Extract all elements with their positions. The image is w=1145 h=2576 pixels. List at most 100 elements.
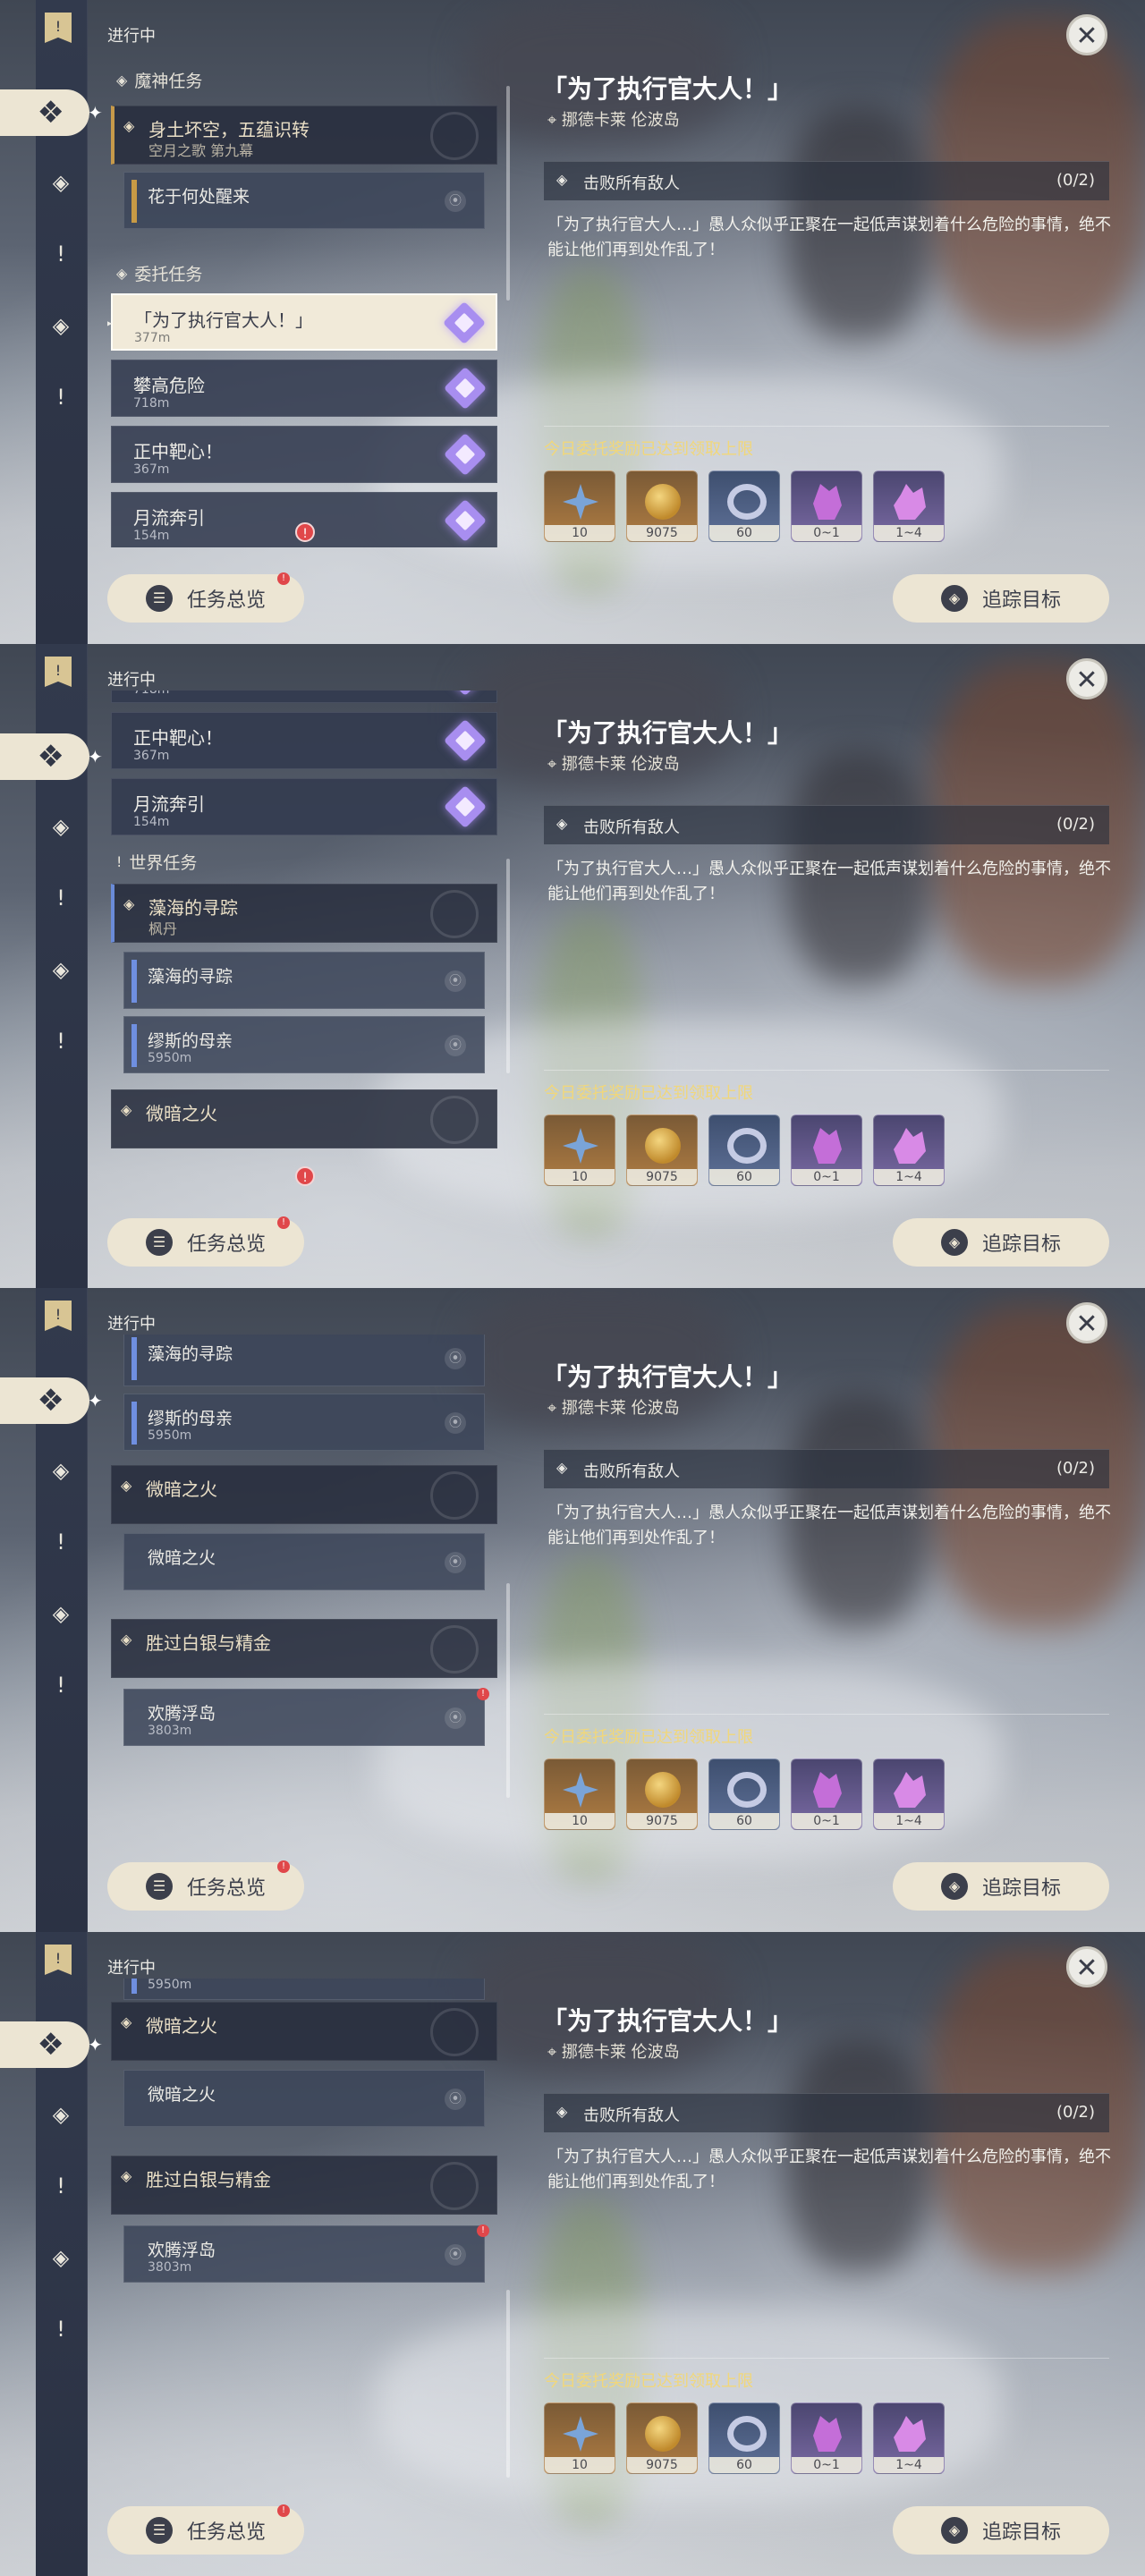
reward-item[interactable]: 9075 — [626, 1758, 698, 1830]
close-button[interactable]: ✕ — [1066, 14, 1107, 55]
archon-sub-quest[interactable]: 花于何处醒来 ⦿ — [123, 172, 485, 229]
reward-item[interactable]: 10 — [544, 1114, 615, 1186]
track-target-button[interactable]: ◈ 追踪目标 — [893, 2506, 1109, 2555]
track-target-button[interactable]: ◈ 追踪目标 — [893, 1862, 1109, 1911]
commission-row[interactable]: 正中靶心！ 367m — [111, 426, 497, 483]
quest-overview-button[interactable]: ☰ 任务总览 — [107, 574, 304, 623]
archon-filter-icon[interactable]: ◈ — [43, 809, 79, 844]
world-sub-quest[interactable]: 藻海的寻踪 ⦿ — [123, 952, 485, 1009]
reward-item[interactable]: 1~4 — [873, 470, 945, 542]
commission-row[interactable]: 攀高危险 718m — [111, 360, 497, 417]
world-sub-quest[interactable]: 缪斯的母亲 5950m ⦿ — [123, 1016, 485, 1073]
event-filter-icon[interactable]: ! — [43, 379, 79, 415]
reward-item[interactable]: 0~1 — [791, 2402, 862, 2474]
quest-list[interactable]: 5950m ◈ 微暗之火 微暗之火 ⦿ ◈ 胜过白银与精金 欢腾浮岛 3803m… — [107, 1979, 501, 2479]
silver-sub-quest[interactable]: 欢腾浮岛 3803m ⦿ ! — [123, 2224, 489, 2283]
world-filter-icon[interactable]: ! — [43, 236, 79, 272]
quest-description: 「为了执行官大人…」愚人众似乎正聚在一起低声谋划着什么危险的事情，绝不能让他们再… — [547, 1504, 1111, 1547]
commission-filter-icon[interactable]: ◈ — [43, 1596, 79, 1631]
reward-item[interactable]: 0~1 — [791, 470, 862, 542]
world-sub-quest[interactable]: 缪斯的母亲 5950m ⦿ — [123, 1394, 485, 1451]
world-quest-group[interactable]: ◈ 藻海的寻踪 枫丹 — [111, 884, 497, 943]
reward-item[interactable]: 10 — [544, 2402, 615, 2474]
commission-row[interactable]: 正中靶心！ 367m — [111, 712, 497, 769]
close-button[interactable]: ✕ — [1066, 658, 1107, 699]
event-filter-icon[interactable]: ! — [43, 1667, 79, 1703]
close-button[interactable]: ✕ — [1066, 1302, 1107, 1343]
commission-row[interactable]: 月流奔引 154m — [111, 778, 497, 835]
fire-sub-quest[interactable]: 微暗之火 ⦿ — [123, 1533, 485, 1590]
fire-sub-quest[interactable]: 微暗之火 ⦿ — [123, 2070, 485, 2127]
primogem-icon — [563, 2416, 598, 2452]
quest-overview-button[interactable]: ☰ 任务总览 — [107, 1218, 304, 1267]
list-scrollbar[interactable] — [506, 2290, 510, 2478]
quest-list[interactable]: ◈ 魔神任务 ◈ 身土坏空，五蕴识转 空月之歌 第九幕 花于何处醒来 ⦿ ◈ 委… — [107, 47, 501, 547]
reward-item[interactable]: 0~1 — [791, 1758, 862, 1830]
archon-emblem-icon — [430, 112, 479, 160]
map-pin-icon[interactable]: ⦿ — [445, 1348, 466, 1369]
quest-group-fire[interactable]: ◈ 微暗之火 — [111, 1089, 497, 1148]
reward-item[interactable]: 1~4 — [873, 1114, 945, 1186]
map-pin-icon[interactable]: ⦿ — [445, 2089, 466, 2110]
commission-tab-icon[interactable]: ❖ — [0, 733, 89, 780]
quest-overview-button[interactable]: ☰ 任务总览 — [107, 1862, 304, 1911]
commission-tab-icon[interactable]: ❖ — [0, 2021, 89, 2068]
ongoing-label: 进行中 — [107, 27, 156, 46]
commission-filter-icon[interactable]: ◈ — [43, 308, 79, 343]
quest-title: 「为了执行官大人！」 — [542, 74, 793, 104]
commission-tab-icon[interactable]: ❖ — [0, 1377, 89, 1424]
objective-row: ◈ 击败所有敌人 (0/2) — [544, 2093, 1109, 2132]
map-pin-icon[interactable]: ⦿ — [445, 1412, 466, 1434]
silver-sub-quest[interactable]: 欢腾浮岛 3803m ⦿ ! — [123, 1688, 489, 1746]
reward-item[interactable]: 9075 — [626, 1114, 698, 1186]
reward-item[interactable]: 10 — [544, 470, 615, 542]
world-filter-icon[interactable]: ! — [43, 880, 79, 916]
reward-item[interactable]: 1~4 — [873, 1758, 945, 1830]
map-pin-icon[interactable]: ⦿ — [445, 2244, 466, 2266]
archon-filter-icon[interactable]: ◈ — [43, 1453, 79, 1488]
list-scrollbar[interactable] — [506, 86, 510, 301]
quest-list[interactable]: 藻海的寻踪 ⦿ 缪斯的母亲 5950m ⦿ ◈ 微暗之火 微暗之火 ⦿ ◈ 胜过… — [107, 1335, 501, 1835]
quest-group-silver[interactable]: ◈ 胜过白银与精金 — [111, 1619, 497, 1678]
map-pin-icon[interactable]: ⦿ — [445, 1707, 466, 1729]
map-pin-icon[interactable]: ⦿ — [445, 1552, 466, 1573]
track-target-button[interactable]: ◈ 追踪目标 — [893, 574, 1109, 623]
commission-row-selected[interactable]: ▶ 「为了执行官大人！」 377m — [107, 293, 497, 351]
quest-group-fire[interactable]: ◈ 微暗之火 — [111, 1465, 497, 1524]
reward-item[interactable]: 9075 — [626, 2402, 698, 2474]
quest-overview-button[interactable]: ☰ 任务总览 — [107, 2506, 304, 2555]
world-sub-quest[interactable]: 5950m — [123, 1979, 485, 2000]
reward-item[interactable]: 0~1 — [791, 1114, 862, 1186]
world-filter-icon[interactable]: ! — [43, 1524, 79, 1560]
world-sub-quest[interactable]: 藻海的寻踪 ⦿ — [123, 1335, 485, 1386]
track-target-button[interactable]: ◈ 追踪目标 — [893, 1218, 1109, 1267]
archon-filter-icon[interactable]: ◈ — [43, 165, 79, 200]
list-scrollbar[interactable] — [506, 859, 510, 1073]
reward-item[interactable]: 1~4 — [873, 2402, 945, 2474]
reward-item[interactable]: 60 — [708, 2402, 780, 2474]
close-button[interactable]: ✕ — [1066, 1946, 1107, 1987]
event-filter-icon[interactable]: ! — [43, 2311, 79, 2347]
reward-item[interactable]: 60 — [708, 1758, 780, 1830]
reward-item[interactable]: 9075 — [626, 470, 698, 542]
archon-filter-icon[interactable]: ◈ — [43, 2097, 79, 2132]
reward-item[interactable]: 60 — [708, 1114, 780, 1186]
commission-tab-icon[interactable]: ❖ — [0, 89, 89, 136]
archon-quest-group[interactable]: ◈ 身土坏空，五蕴识转 空月之歌 第九幕 — [111, 106, 497, 165]
quest-list[interactable]: 攀高危险 718m 正中靶心！ 367m 月流奔引 154m ! 世界任务 ◈ … — [107, 691, 501, 1191]
map-pin-icon[interactable]: ⦿ — [445, 191, 466, 212]
reward-item[interactable]: 60 — [708, 470, 780, 542]
map-pin-icon[interactable]: ⦿ — [445, 970, 466, 992]
commission-filter-icon[interactable]: ◈ — [43, 952, 79, 987]
commission-filter-icon[interactable]: ◈ — [43, 2240, 79, 2275]
quest-group-fire[interactable]: ◈ 微暗之火 — [111, 2002, 497, 2061]
world-filter-icon[interactable]: ! — [43, 2168, 79, 2204]
reward-item[interactable]: 10 — [544, 1758, 615, 1830]
commission-gem-icon — [443, 366, 488, 411]
map-pin-icon[interactable]: ⦿ — [445, 1035, 466, 1056]
event-filter-icon[interactable]: ! — [43, 1023, 79, 1059]
commission-row[interactable]: 攀高危险 718m — [111, 691, 497, 703]
quest-group-silver[interactable]: ◈ 胜过白银与精金 — [111, 2156, 497, 2215]
list-scrollbar[interactable] — [506, 1583, 510, 1798]
book-icon: ☰ — [145, 2517, 173, 2544]
